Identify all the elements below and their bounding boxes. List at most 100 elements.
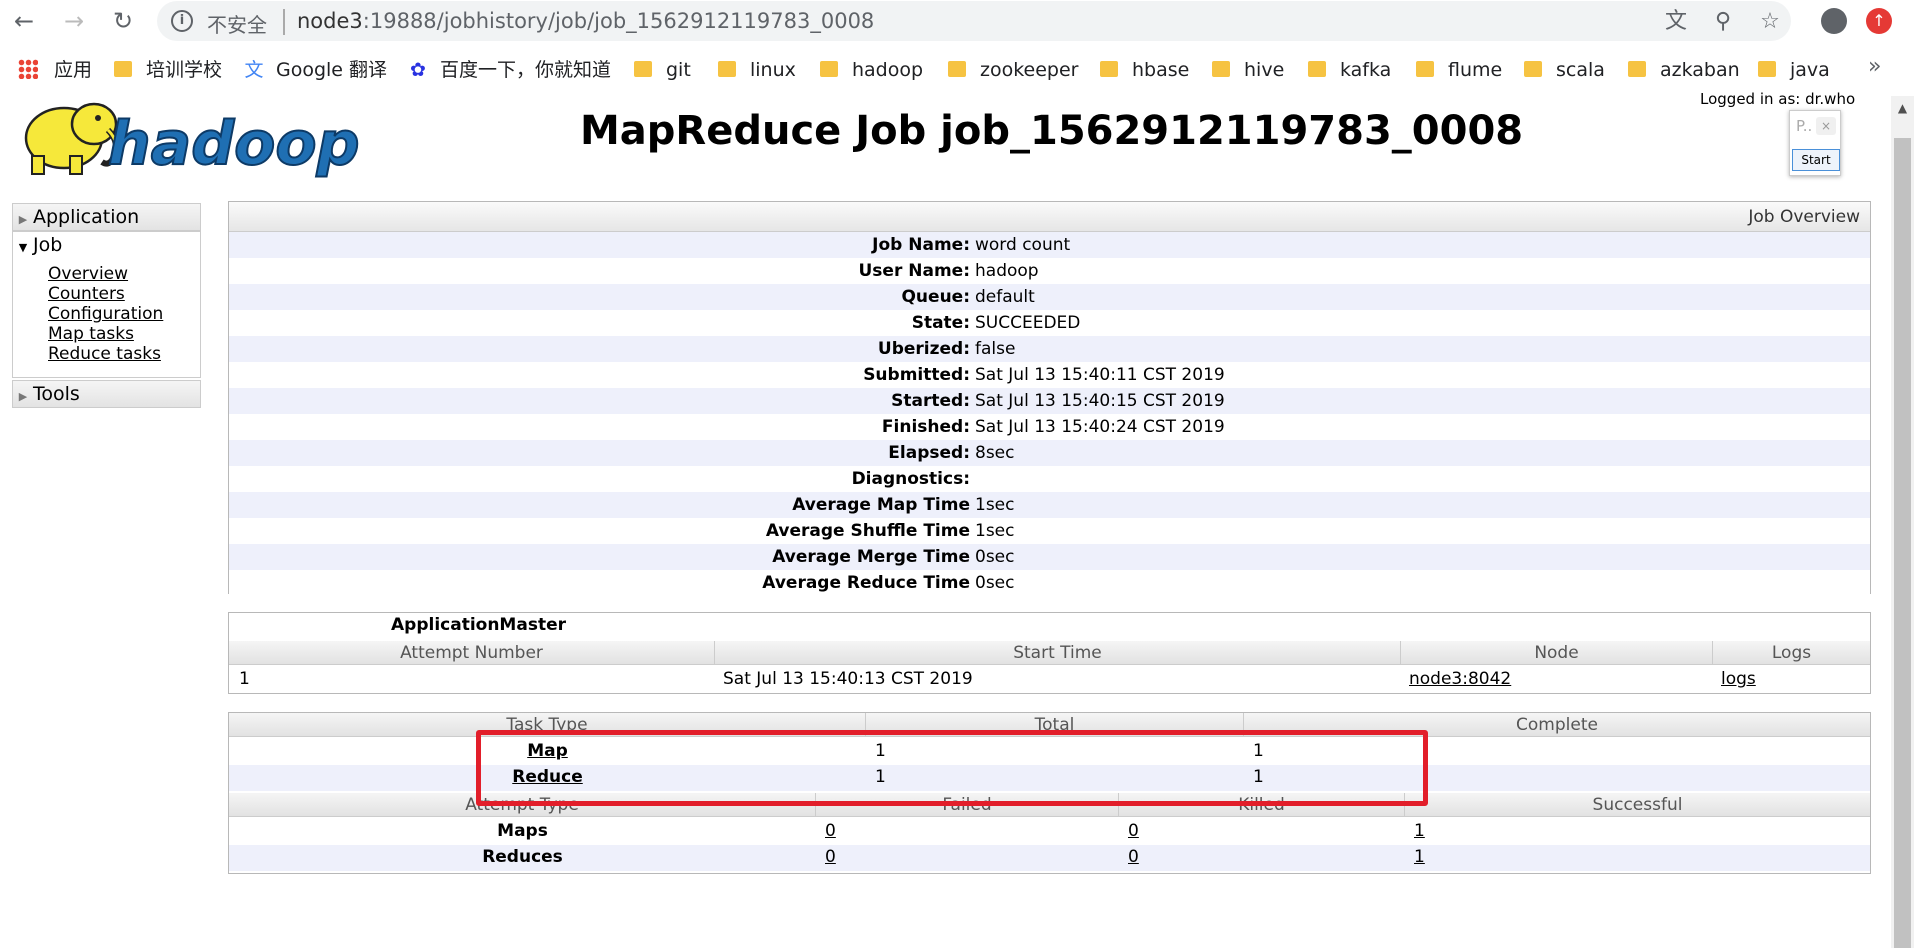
folder-icon <box>1416 61 1434 77</box>
overview-value: Sat Jul 13 15:40:24 CST 2019 <box>975 417 1225 437</box>
bookmark-label: hive <box>1244 59 1285 81</box>
overview-value: 0sec <box>975 547 1015 567</box>
table-row: 1 Sat Jul 13 15:40:13 CST 2019 node3:804… <box>229 667 1870 693</box>
bookmark-item[interactable]: kafka <box>1308 56 1391 84</box>
overview-key: Started: <box>891 391 970 411</box>
successful-link[interactable]: 1 <box>1414 845 1425 869</box>
update-icon[interactable]: ↑ <box>1863 5 1895 37</box>
bookmark-item[interactable]: ✿ 百度一下，你就知道 <box>406 56 611 84</box>
address-separator <box>283 9 285 35</box>
overview-value: SUCCEEDED <box>975 313 1081 333</box>
column-header[interactable]: Logs <box>1713 641 1870 665</box>
failed-link[interactable]: 0 <box>825 845 836 869</box>
attempt-type: Maps <box>497 821 548 841</box>
overview-row: Average Reduce Time 0sec <box>229 570 1870 596</box>
bookmark-label: hbase <box>1132 59 1190 81</box>
bookmark-label: Google 翻译 <box>276 59 388 81</box>
bookmark-item[interactable]: git <box>634 56 691 84</box>
bookmark-label: 培训学校 <box>146 59 223 81</box>
overview-value: default <box>975 287 1035 307</box>
profile-avatar-icon[interactable] <box>1818 5 1850 37</box>
job-overview-panel: Job Overview Job Name: word count User Na… <box>228 201 1871 596</box>
node-link[interactable]: node3:8042 <box>1409 667 1511 691</box>
bookmark-item[interactable]: zookeeper <box>948 56 1079 84</box>
apps-grid-icon <box>18 59 38 79</box>
nav-link-overview[interactable]: Overview <box>48 264 200 284</box>
bookmark-item[interactable]: flume <box>1416 56 1502 84</box>
overview-row: User Name: hadoop <box>229 258 1870 284</box>
column-header[interactable]: Start Time <box>715 641 1401 665</box>
nav-job[interactable]: ▼ Job <box>13 232 200 260</box>
bookmark-label: java <box>1790 59 1830 81</box>
bookmark-item[interactable]: 培训学校 <box>114 56 222 84</box>
close-icon[interactable]: × <box>1816 117 1836 135</box>
overview-key: Uberized: <box>877 339 970 359</box>
bookmark-label: 百度一下，你就知道 <box>440 59 612 81</box>
url-path: :19888/jobhistory/job/job_1562912119783_… <box>362 9 875 33</box>
killed-link[interactable]: 0 <box>1128 845 1139 869</box>
bookmark-item[interactable]: java <box>1758 56 1830 84</box>
folder-icon <box>1524 61 1542 77</box>
bookmark-label: 应用 <box>54 59 93 81</box>
failed-link[interactable]: 0 <box>825 819 836 843</box>
scrollbar-thumb[interactable] <box>1894 138 1911 948</box>
hadoop-logo: hadoop <box>24 102 361 180</box>
page-scrollbar[interactable]: ▲ <box>1891 96 1914 948</box>
reload-icon[interactable]: ↻ <box>107 5 139 37</box>
nav-job-section: ▼ Job Overview Counters Configuration Map… <box>12 231 201 378</box>
overview-row: State: SUCCEEDED <box>229 310 1870 336</box>
killed-link[interactable]: 0 <box>1128 819 1139 843</box>
back-arrow-icon[interactable]: ← <box>8 5 40 37</box>
overview-key: Submitted: <box>863 365 970 385</box>
translate-icon[interactable]: 文 <box>1661 7 1691 37</box>
column-header[interactable]: Successful <box>1405 793 1870 817</box>
overview-row: Elapsed: 8sec <box>229 440 1870 466</box>
overview-value: hadoop <box>975 261 1039 281</box>
bookmark-item[interactable]: hive <box>1212 56 1284 84</box>
address-bar[interactable]: i 不安全 node3:19888/jobhistory/job/job_156… <box>157 1 1791 41</box>
bookmark-item[interactable]: scala <box>1524 56 1605 84</box>
forward-arrow-icon[interactable]: → <box>58 5 90 37</box>
nav-application[interactable]: ▶ Application <box>12 203 201 231</box>
nav-link-counters[interactable]: Counters <box>48 284 200 304</box>
nav-link-map-tasks[interactable]: Map tasks <box>48 324 200 344</box>
attempt-start-time: Sat Jul 13 15:40:13 CST 2019 <box>723 669 973 689</box>
application-master-header: Attempt Number Start Time Node Logs <box>229 641 1870 665</box>
folder-icon <box>634 61 652 77</box>
overview-row: Uberized: false <box>229 336 1870 362</box>
bookmark-label: scala <box>1556 59 1605 81</box>
bookmark-item[interactable]: linux <box>718 56 796 84</box>
overview-row: Average Merge Time 0sec <box>229 544 1870 570</box>
info-icon[interactable]: i <box>171 10 193 32</box>
bookmark-item[interactable]: 文 Google 翻译 <box>242 56 387 84</box>
bookmark-item[interactable]: hadoop <box>820 56 923 84</box>
nav-link-configuration[interactable]: Configuration <box>48 304 200 324</box>
overview-row: Finished: Sat Jul 13 15:40:24 CST 2019 <box>229 414 1870 440</box>
bookmarks-more-icon[interactable]: » <box>1868 54 1881 79</box>
successful-link[interactable]: 1 <box>1414 819 1425 843</box>
start-button[interactable]: Start <box>1792 149 1840 171</box>
overview-value: 8sec <box>975 443 1015 463</box>
scroll-up-icon[interactable]: ▲ <box>1891 96 1914 120</box>
translate-icon: 文 <box>244 59 264 81</box>
column-header[interactable]: Attempt Number <box>229 641 715 665</box>
logs-link[interactable]: logs <box>1721 667 1756 691</box>
overview-key: Finished: <box>881 417 970 437</box>
bookmark-item[interactable]: azkaban <box>1628 56 1740 84</box>
nav-tools[interactable]: ▶ Tools <box>12 380 201 408</box>
folder-icon <box>1758 61 1776 77</box>
zoom-icon[interactable]: ⚲ <box>1708 7 1738 37</box>
overview-value: Sat Jul 13 15:40:11 CST 2019 <box>975 365 1225 385</box>
nav-application-label: Application <box>33 206 140 228</box>
overview-row: Average Shuffle Time 1sec <box>229 518 1870 544</box>
star-icon[interactable]: ☆ <box>1755 7 1785 37</box>
overview-key: State: <box>911 313 970 333</box>
nav-link-reduce-tasks[interactable]: Reduce tasks <box>48 344 200 364</box>
column-header[interactable]: Node <box>1401 641 1713 665</box>
url-text[interactable]: node3:19888/jobhistory/job/job_156291211… <box>297 9 874 33</box>
overview-value: Sat Jul 13 15:40:15 CST 2019 <box>975 391 1225 411</box>
folder-icon <box>1308 61 1326 77</box>
overview-key: Elapsed: <box>888 443 970 463</box>
bookmark-apps[interactable]: 应用 <box>18 56 92 84</box>
bookmark-item[interactable]: hbase <box>1100 56 1189 84</box>
